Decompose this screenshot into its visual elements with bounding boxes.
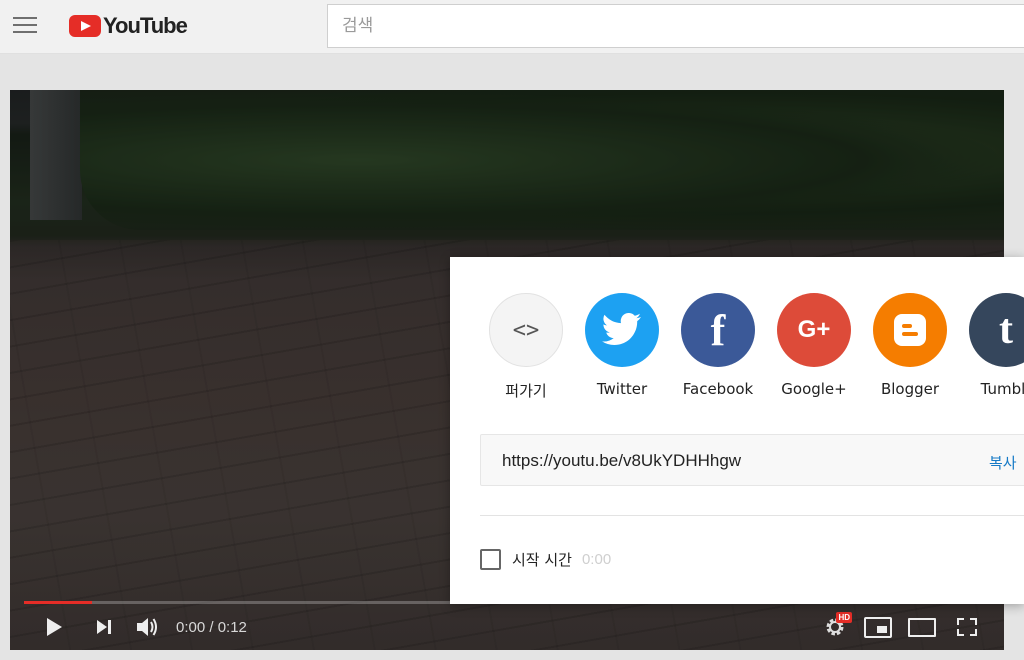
theater-mode-icon[interactable]	[908, 615, 936, 639]
search-input[interactable]	[342, 16, 1024, 36]
settings-gear-icon[interactable]: HD	[822, 612, 852, 639]
progress-played	[24, 601, 92, 604]
volume-icon[interactable]	[134, 615, 160, 639]
miniplayer-icon[interactable]	[864, 615, 892, 639]
share-url[interactable]: https://youtu.be/v8UkYDHHhgw	[502, 451, 741, 471]
share-target-twitter[interactable]: Twitter	[574, 293, 670, 403]
twitter-icon	[585, 293, 659, 367]
start-at-time-input[interactable]: 0:00	[582, 551, 611, 568]
share-dialog: <> 퍼가기 Twitter f Facebook G+ Google+ Blo…	[450, 257, 1024, 604]
fullscreen-icon[interactable]	[955, 615, 979, 639]
blogger-icon	[873, 293, 947, 367]
share-target-embed[interactable]: <> 퍼가기	[478, 293, 574, 403]
youtube-logo[interactable]: YouTube	[69, 13, 188, 39]
embed-icon: <>	[489, 293, 563, 367]
time-display: 0:00 / 0:12	[176, 619, 247, 636]
google-plus-icon: G+	[777, 293, 851, 367]
share-targets: <> 퍼가기 Twitter f Facebook G+ Google+ Blo…	[478, 293, 1024, 403]
start-at-label: 시작 시간	[512, 550, 572, 569]
menu-icon[interactable]	[13, 17, 37, 35]
youtube-play-logo-icon	[69, 15, 101, 37]
copy-button[interactable]: 복사	[989, 452, 1017, 473]
share-target-label: 퍼가기	[505, 382, 547, 400]
share-target-label: Blogger	[880, 380, 940, 398]
logo-text: YouTube	[103, 13, 188, 38]
facebook-icon: f	[681, 293, 755, 367]
masthead: YouTube	[0, 0, 1024, 54]
tumblr-icon: t	[969, 293, 1024, 367]
play-icon[interactable]	[43, 615, 65, 639]
share-target-facebook[interactable]: f Facebook	[670, 293, 766, 403]
start-at-row: 시작 시간 0:00	[480, 548, 611, 570]
divider	[480, 515, 1024, 516]
hd-badge: HD	[836, 612, 852, 623]
player-controls: 0:00 / 0:12 HD	[10, 610, 1004, 644]
next-icon[interactable]	[94, 615, 114, 639]
search-box[interactable]	[327, 4, 1024, 48]
start-at-checkbox[interactable]	[480, 548, 501, 570]
share-target-label: Twitter	[596, 380, 648, 398]
share-target-tumblr[interactable]: t Tumblr	[958, 293, 1024, 403]
share-target-google-plus[interactable]: G+ Google+	[766, 293, 862, 403]
share-target-blogger[interactable]: Blogger	[862, 293, 958, 403]
share-target-label: Google+	[781, 380, 847, 398]
share-target-label: Facebook	[682, 380, 754, 398]
share-target-label: Tumblr	[980, 380, 1024, 398]
share-url-box[interactable]: https://youtu.be/v8UkYDHHhgw 복사	[480, 434, 1024, 486]
